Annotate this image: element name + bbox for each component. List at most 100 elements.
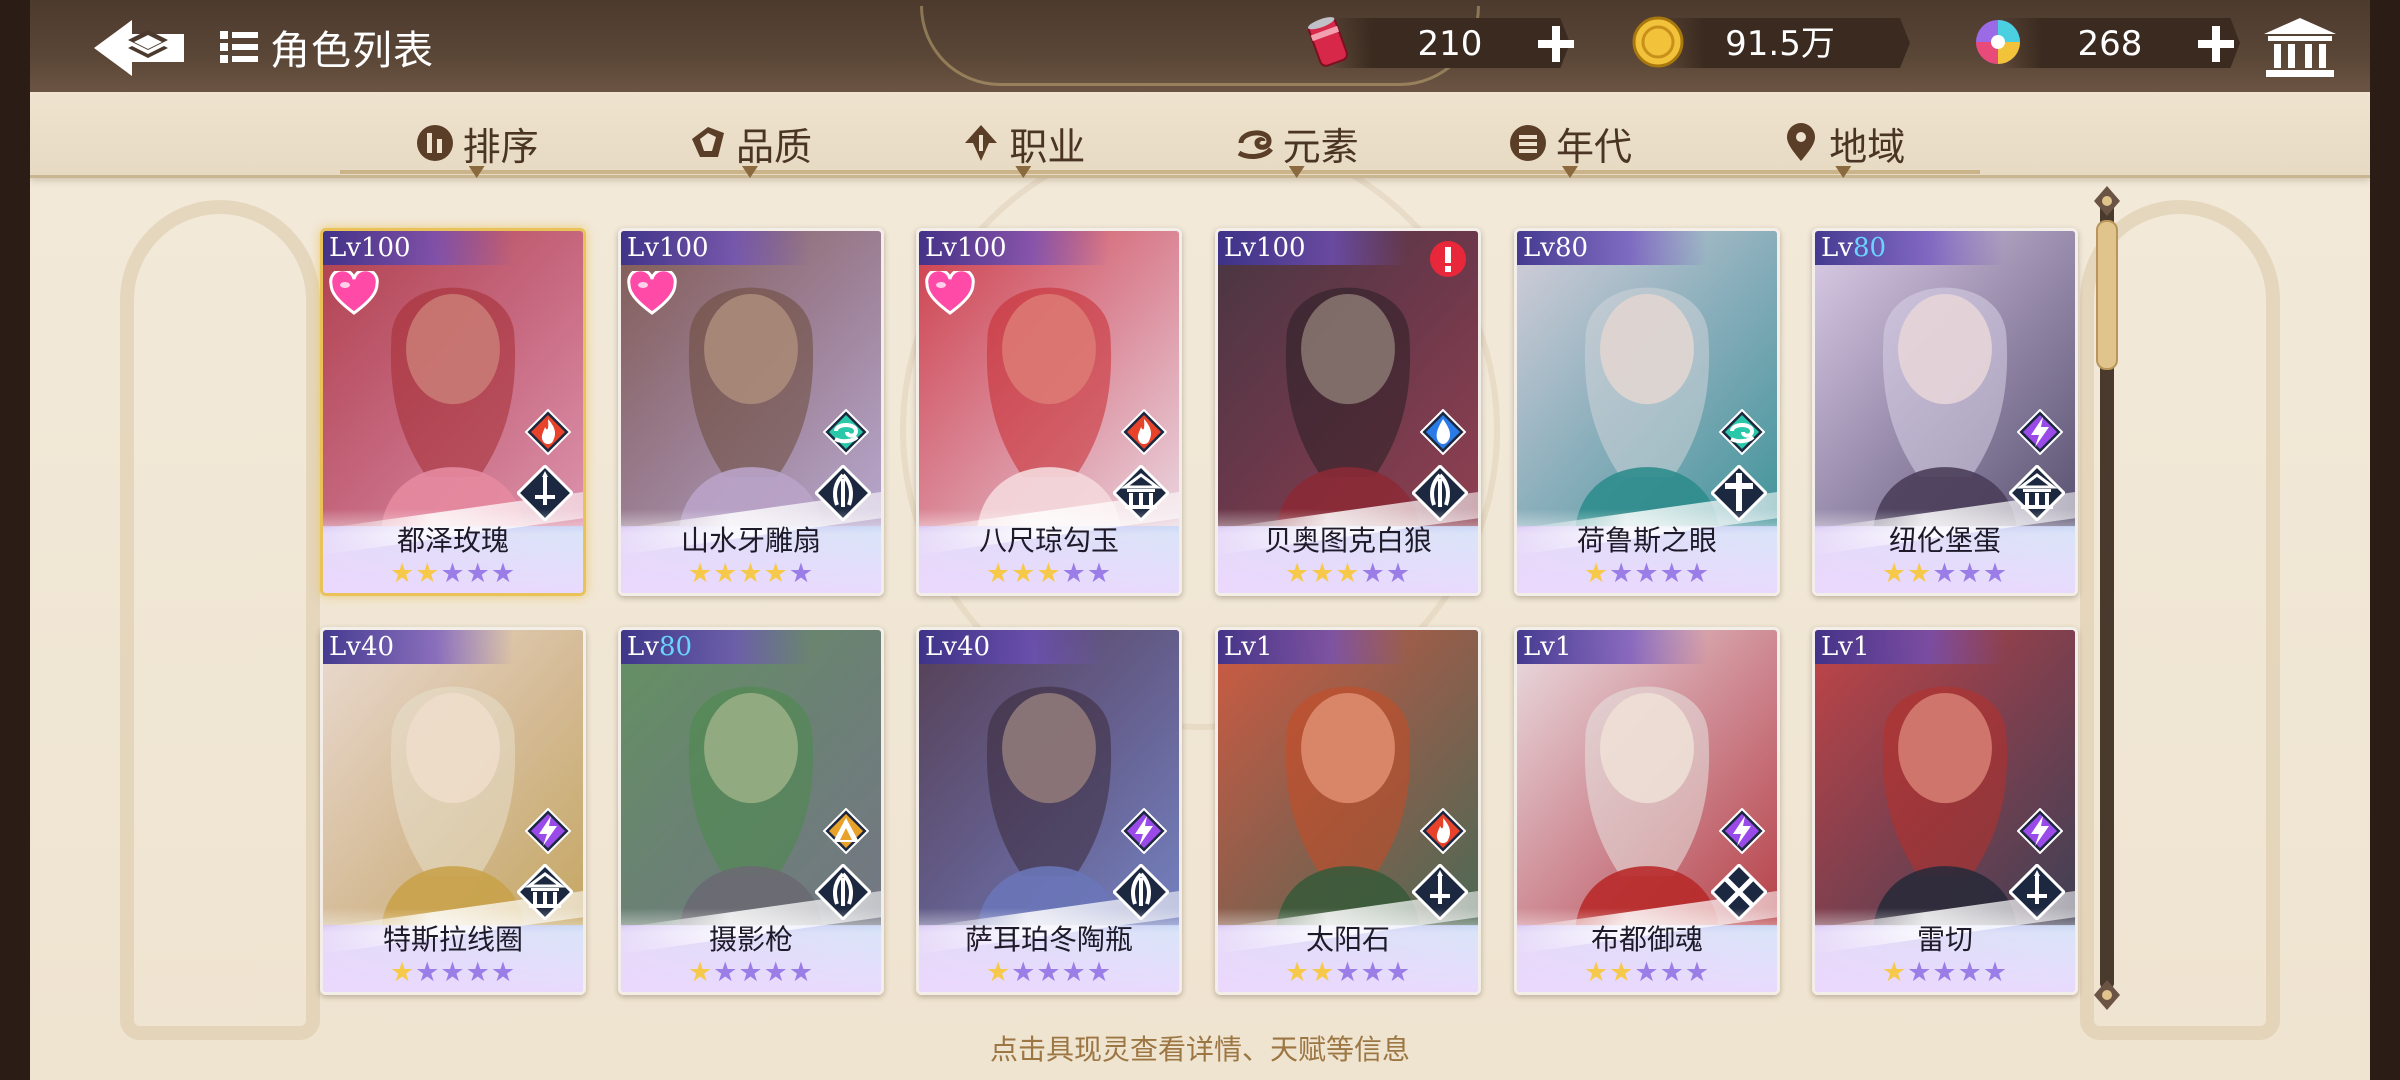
character-name: 摄影枪 xyxy=(708,923,793,956)
star-empty-icon: ★ xyxy=(1634,957,1660,988)
energy-can-icon xyxy=(1307,17,1348,67)
star-filled-icon: ★ xyxy=(1011,558,1037,589)
character-name: 萨耳珀冬陶瓶 xyxy=(964,923,1133,956)
level-label: Lv1 xyxy=(1523,632,1572,662)
region-icon xyxy=(1787,123,1816,161)
character-card[interactable]: Lv100 贝奥图克白狼 ★★★★★ xyxy=(1215,228,1481,596)
star-empty-icon: ★ xyxy=(1011,957,1037,988)
character-card[interactable]: Lv80 荷鲁斯之眼 ★★★★★ xyxy=(1514,228,1780,596)
tab-region-label: 地域 xyxy=(1829,124,1906,169)
character-card[interactable]: Lv80 摄影枪 ★★★★★ xyxy=(618,627,884,995)
era-icon xyxy=(1509,125,1546,161)
tab-profession-label: 职业 xyxy=(1009,124,1086,169)
star-empty-icon: ★ xyxy=(1982,558,2009,589)
star-rating: ★★★★★ xyxy=(1815,559,2075,589)
star-filled-icon: ★ xyxy=(687,558,714,589)
star-empty-icon: ★ xyxy=(788,957,815,988)
crystal-value: 268 xyxy=(2077,24,2143,64)
element-icon xyxy=(1237,130,1273,159)
star-rating: ★★★★★ xyxy=(1218,559,1478,589)
character-name: 贝奥图克白狼 xyxy=(1263,524,1432,557)
wind-element-icon xyxy=(1718,408,1766,456)
character-card[interactable]: Lv40 萨耳珀冬陶瓶 ★★★★★ xyxy=(916,627,1182,995)
back-button[interactable] xyxy=(86,14,190,82)
star-empty-icon: ★ xyxy=(415,957,441,988)
level-label: Lv80 xyxy=(1523,233,1589,263)
fire-element-icon xyxy=(1120,408,1168,456)
star-empty-icon: ★ xyxy=(1932,957,1958,988)
star-empty-icon: ★ xyxy=(1609,558,1635,589)
star-empty-icon: ★ xyxy=(440,957,466,988)
star-filled-icon: ★ xyxy=(1310,957,1336,988)
character-card[interactable]: Lv1 太阳石 ★★★★★ xyxy=(1215,627,1481,995)
screen-frame: 角色列表 210 91.5万 268 排序 品质 职业 元素 年代 地域 Lv1… xyxy=(30,0,2370,1080)
star-empty-icon: ★ xyxy=(738,957,764,988)
tab-profession[interactable]: 职业 xyxy=(886,112,1160,178)
earth-element-icon xyxy=(822,807,870,855)
character-card[interactable]: Lv40 特斯拉线圈 ★★★★★ xyxy=(320,627,586,995)
star-filled-icon: ★ xyxy=(1881,558,1908,589)
thunder-element-icon xyxy=(2016,408,2064,456)
left-ornament xyxy=(120,200,320,1040)
filter-tabs: 排序 品质 职业 元素 年代 地域 xyxy=(340,112,1980,178)
star-filled-icon: ★ xyxy=(713,558,739,589)
character-name: 纽伦堡蛋 xyxy=(1888,524,2001,557)
star-empty-icon: ★ xyxy=(1086,957,1113,988)
star-rating: ★★★★★ xyxy=(323,958,583,988)
level-label: Lv1 xyxy=(1821,632,1870,662)
heart-icon xyxy=(627,271,677,315)
star-filled-icon: ★ xyxy=(389,558,416,589)
tab-era[interactable]: 年代 xyxy=(1433,112,1707,178)
tab-sort[interactable]: 排序 xyxy=(340,112,614,178)
museum-icon[interactable] xyxy=(2262,16,2338,80)
star-filled-icon: ★ xyxy=(985,558,1012,589)
thunder-element-icon xyxy=(2016,807,2064,855)
star-rating: ★★★★★ xyxy=(323,559,583,589)
thunder-element-icon xyxy=(1718,807,1766,855)
tab-region[interactable]: 地域 xyxy=(1706,112,1980,178)
heart-icon xyxy=(925,271,975,315)
star-filled-icon: ★ xyxy=(687,957,714,988)
star-filled-icon: ★ xyxy=(985,957,1012,988)
character-name: 布都御魂 xyxy=(1590,923,1703,956)
tab-element[interactable]: 元素 xyxy=(1159,112,1434,178)
quality-icon xyxy=(691,127,724,157)
star-filled-icon: ★ xyxy=(738,558,764,589)
star-empty-icon: ★ xyxy=(1061,957,1087,988)
gold-coin-icon xyxy=(1632,16,1684,68)
star-empty-icon: ★ xyxy=(788,558,815,589)
character-card[interactable]: Lv100 山水牙雕扇 ★★★★★ xyxy=(618,228,884,596)
add-crystal-button[interactable] xyxy=(2194,22,2238,66)
star-empty-icon: ★ xyxy=(1061,558,1087,589)
star-empty-icon: ★ xyxy=(1659,957,1685,988)
character-name: 荷鲁斯之眼 xyxy=(1576,524,1717,557)
star-rating: ★★★★★ xyxy=(1815,958,2075,988)
tab-quality[interactable]: 品质 xyxy=(613,112,887,178)
level-label: Lv100 xyxy=(1224,233,1306,263)
star-filled-icon: ★ xyxy=(1284,957,1311,988)
thunder-element-icon xyxy=(1120,807,1168,855)
scroll-bottom-ornament-icon xyxy=(2094,980,2120,1010)
star-empty-icon: ★ xyxy=(1684,957,1711,988)
scrollbar-thumb[interactable] xyxy=(2096,220,2118,370)
character-name: 特斯拉线圈 xyxy=(382,923,523,956)
star-filled-icon: ★ xyxy=(1907,558,1933,589)
level-label: Lv1 xyxy=(1224,632,1273,662)
character-card[interactable]: Lv80 纽伦堡蛋 ★★★★★ xyxy=(1812,228,2078,596)
star-rating: ★★★★★ xyxy=(621,958,881,988)
level-label: Lv100 xyxy=(925,233,1007,263)
tab-sort-label: 排序 xyxy=(462,124,539,169)
level-label: Lv100 xyxy=(627,233,709,263)
character-card[interactable]: Lv100 八尺琼勾玉 ★★★★★ xyxy=(916,228,1182,596)
character-card[interactable]: Lv100 都泽玫瑰 ★★★★★ xyxy=(320,228,586,596)
star-empty-icon: ★ xyxy=(1360,558,1386,589)
star-empty-icon: ★ xyxy=(1086,558,1113,589)
fire-element-icon xyxy=(1419,807,1467,855)
star-empty-icon: ★ xyxy=(490,558,517,589)
wind-element-icon xyxy=(822,408,870,456)
character-card[interactable]: Lv1 雷切 ★★★★★ xyxy=(1812,627,2078,995)
level-label: Lv80 xyxy=(627,632,693,662)
top-bar: 角色列表 210 91.5万 268 xyxy=(30,0,2370,92)
character-card[interactable]: Lv1 布都御魂 ★★★★★ xyxy=(1514,627,1780,995)
add-energy-button[interactable] xyxy=(1534,22,1578,66)
